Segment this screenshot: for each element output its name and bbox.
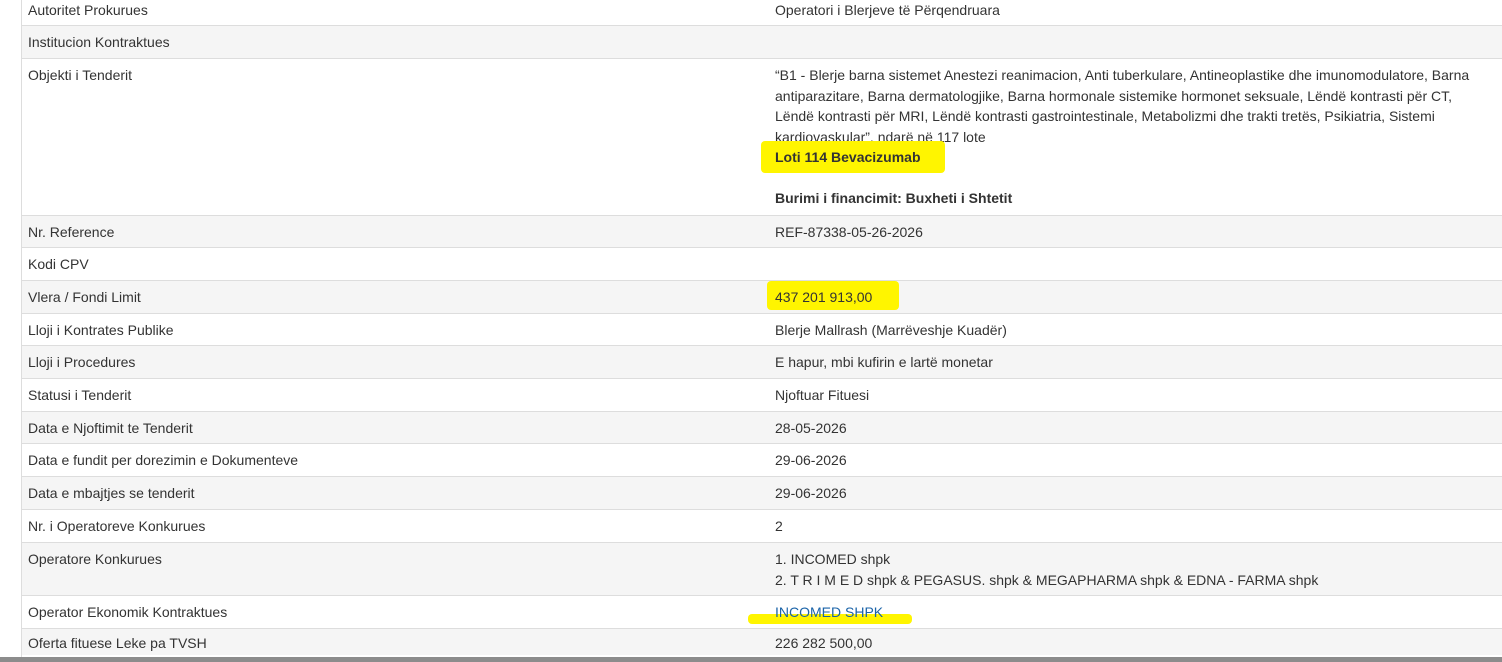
tender-details-table: Autoritet Prokurues Operatori i Blerjeve… — [22, 0, 1502, 655]
table-row: Nr. i Operatoreve Konkurues 2 — [22, 510, 1502, 543]
table-row: Operator Ekonomik Kontraktues INCOMED SH… — [22, 596, 1502, 629]
row-label: Data e fundit per dorezimin e Dokumentev… — [28, 452, 299, 468]
table-row: Operatore Konkurues 1. INCOMED shpk 2. T… — [22, 543, 1502, 596]
row-value: Njoftuar Fituesi — [775, 387, 870, 403]
table-row: Kodi CPV — [22, 248, 1502, 281]
table-row: Vlera / Fondi Limit 437 201 913,00 — [22, 281, 1502, 314]
row-label: Data e mbajtjes se tenderit — [28, 485, 195, 501]
row-label: Objekti i Tenderit — [28, 67, 133, 83]
table-row: Data e fundit per dorezimin e Dokumentev… — [22, 444, 1502, 477]
row-label: Oferta fituese Leke pa TVSH — [28, 635, 207, 651]
table-row: Lloji i Kontrates Publike Blerje Mallras… — [22, 314, 1502, 346]
tender-object-description: “B1 - Blerje barna sistemet Anestezi rea… — [761, 65, 1497, 208]
row-label: Nr. i Operatoreve Konkurues — [28, 518, 206, 534]
row-value: 28-05-2026 — [775, 420, 847, 436]
description-line: Lëndë kontrasti për MRI, Lëndë kontrasti… — [775, 108, 1435, 124]
row-label: Nr. Reference — [28, 224, 115, 240]
table-row: Objekti i Tenderit “B1 - Blerje barna si… — [22, 59, 1502, 216]
row-label: Operatore Konkurues — [28, 551, 162, 567]
value-cell: 437 201 913,00 — [767, 281, 1497, 310]
value-cell: INCOMED SHPK — [748, 602, 1497, 624]
row-value: 2 — [775, 518, 783, 534]
row-label: Institucion Kontraktues — [28, 34, 170, 50]
row-value: Operatori i Blerjeve të Përqendruara — [775, 2, 1000, 18]
lot-title: Loti 114 Bevacizumab — [775, 149, 921, 165]
row-label: Autoritet Prokurues — [28, 2, 148, 18]
table-row: Nr. Reference REF-87338-05-26-2026 — [22, 216, 1502, 248]
competing-operators-list: 1. INCOMED shpk 2. T R I M E D shpk & PE… — [775, 549, 1497, 590]
row-value: 29-06-2026 — [775, 452, 847, 468]
table-row: Lloji i Procedures E hapur, mbi kufirin … — [22, 346, 1502, 379]
row-label: Lloji i Procedures — [28, 354, 136, 370]
table-row: Oferta fituese Leke pa TVSH 226 282 500,… — [22, 629, 1502, 655]
description-line: antiparazitare, Barna dermatologjike, Ba… — [775, 87, 1453, 104]
table-row: Statusi i Tenderit Njoftuar Fituesi — [22, 379, 1502, 412]
row-label: Statusi i Tenderit — [28, 387, 132, 403]
contractor-link[interactable]: INCOMED SHPK — [775, 604, 883, 620]
list-item: 2. T R I M E D shpk & PEGASUS. shpk & ME… — [775, 571, 1319, 588]
row-value: Blerje Mallrash (Marrëveshje Kuadër) — [775, 322, 1007, 338]
row-value: E hapur, mbi kufirin e lartë monetar — [775, 354, 993, 370]
table-row: Institucion Kontraktues — [22, 26, 1502, 59]
row-label: Operator Ekonomik Kontraktues — [28, 604, 228, 620]
description-line: “B1 - Blerje barna sistemet Anestezi rea… — [775, 67, 1470, 83]
list-item: 1. INCOMED shpk — [775, 551, 891, 567]
row-label: Lloji i Kontrates Publike — [28, 322, 174, 338]
horizontal-scrollbar[interactable] — [0, 657, 1502, 662]
row-value: 29-06-2026 — [775, 485, 847, 501]
row-label: Vlera / Fondi Limit — [28, 289, 141, 305]
row-value: REF-87338-05-26-2026 — [775, 224, 923, 240]
table-row: Data e Njoftimit te Tenderit 28-05-2026 — [22, 412, 1502, 444]
table-row: Autoritet Prokurues Operatori i Blerjeve… — [22, 0, 1502, 26]
row-label: Kodi CPV — [28, 256, 89, 272]
row-label: Data e Njoftimit te Tenderit — [28, 420, 193, 436]
table-row: Data e mbajtjes se tenderit 29-06-2026 — [22, 477, 1502, 510]
funding-source: Burimi i financimit: Buxheti i Shtetit — [775, 189, 1013, 206]
limit-fund-value: 437 201 913,00 — [775, 289, 873, 305]
winning-offer-value: 226 282 500,00 — [775, 635, 873, 651]
